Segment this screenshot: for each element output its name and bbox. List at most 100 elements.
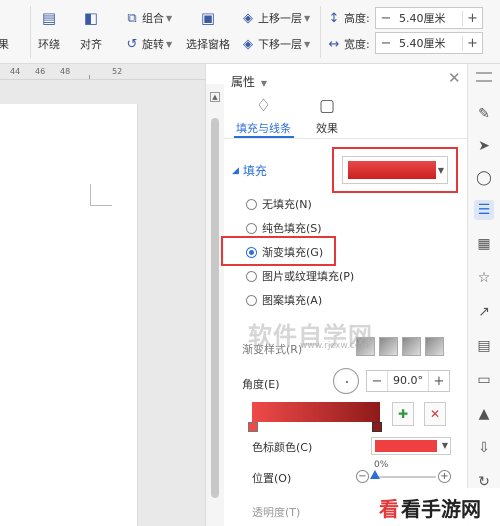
properties-settings-icon[interactable]: ☰: [474, 200, 494, 220]
add-gradient-stop-button[interactable]: ✚: [392, 402, 414, 426]
panel-title[interactable]: 属性 ▼: [231, 73, 267, 90]
ruler-mark: 44: [10, 67, 21, 76]
rotate-button[interactable]: ↺ 旋转 ▼: [124, 36, 173, 52]
fill-section-header[interactable]: ◢ 填充: [232, 162, 267, 179]
chevron-down-icon: ▼: [304, 39, 311, 49]
selection-pane-button[interactable]: ▣ 选择窗格: [186, 8, 230, 52]
angle-decrement-button[interactable]: −: [367, 374, 387, 389]
archive-icon[interactable]: ▭: [474, 370, 494, 390]
tab-fill-and-line[interactable]: ♢ 填充与线条: [236, 96, 291, 136]
position-slider-track[interactable]: [374, 476, 436, 478]
width-icon: ↔: [328, 36, 340, 52]
height-input[interactable]: − 5.40厘米 +: [375, 7, 483, 29]
chevron-down-icon: ▼: [166, 13, 173, 23]
angle-dial[interactable]: [333, 368, 359, 394]
wrap-text-label: 环绕: [38, 38, 60, 51]
chevron-down-icon: ▼: [304, 13, 311, 23]
width-label-group: ↔ 宽度:: [326, 36, 370, 52]
gradient-stop-start[interactable]: [248, 422, 258, 432]
ruler-mark: 48: [60, 67, 71, 76]
radio-picture-fill[interactable]: 图片或纹理填充(P): [246, 268, 354, 284]
height-label: 高度:: [344, 12, 370, 25]
width-increment-button[interactable]: +: [462, 35, 482, 51]
tab-effects[interactable]: ▢ 效果: [316, 96, 338, 136]
document-page[interactable]: [0, 104, 138, 526]
angle-input[interactable]: − 90.0° +: [366, 370, 450, 392]
radio-no-fill[interactable]: 无填充(N): [246, 196, 312, 212]
close-icon[interactable]: ✕: [448, 69, 461, 87]
stop-color-label: 色标颜色(C): [252, 441, 313, 454]
radio-button[interactable]: [246, 270, 257, 282]
gradient-style-rect[interactable]: [402, 337, 421, 356]
gradient-style-radial[interactable]: [379, 337, 398, 356]
send-backward-button[interactable]: ◈ 下移一层 ▼: [240, 36, 310, 52]
angle-label: 角度(E): [242, 378, 280, 391]
tab-divider: [224, 138, 468, 139]
star-icon[interactable]: ☆: [474, 268, 494, 288]
gradient-style-path[interactable]: [425, 337, 444, 356]
radio-solid-fill[interactable]: 纯色填充(S): [246, 220, 322, 236]
properties-panel: ▲ 属性 ▼ ✕ ♢ 填充与线条 ▢ 效果 ◢ 填充 ▼ 无填充(N) 纯色填充…: [205, 64, 468, 526]
width-input[interactable]: − 5.40厘米 +: [375, 32, 483, 54]
gradient-stop-end[interactable]: [372, 422, 382, 432]
height-decrement-button[interactable]: −: [376, 11, 396, 26]
opacity-label: 透明度(T): [252, 506, 301, 519]
radio-button[interactable]: [246, 222, 257, 234]
shapes-icon[interactable]: ◯: [474, 168, 494, 188]
edit-pen-icon[interactable]: ✎: [474, 104, 494, 124]
height-increment-button[interactable]: +: [462, 10, 482, 26]
group-button[interactable]: ⧉ 组合 ▼: [124, 10, 172, 26]
align-button[interactable]: ◧ 对齐: [80, 8, 102, 52]
position-slider-thumb[interactable]: [370, 470, 380, 479]
image-icon[interactable]: ▲: [474, 404, 494, 424]
width-value[interactable]: 5.40厘米: [396, 35, 462, 51]
radio-label: 纯色填充(S): [262, 222, 322, 235]
radio-pattern-fill[interactable]: 图案填充(A): [246, 292, 322, 308]
cut-label: 果: [0, 38, 9, 51]
add-stop-icon: ✚: [397, 407, 409, 421]
rotate-icon: ↺: [126, 36, 138, 52]
width-decrement-button[interactable]: −: [376, 36, 396, 51]
angle-value[interactable]: 90.0°: [387, 371, 429, 391]
site-logo-badge: 看 看手游网: [360, 488, 500, 526]
collapse-triangle-icon: ◢: [232, 165, 239, 176]
highlight-box-color: [332, 147, 458, 193]
radio-button[interactable]: [246, 294, 257, 306]
select-cursor-icon[interactable]: ➤: [474, 136, 494, 156]
right-tool-sidebar: ✎ ➤ ◯ ☰ ▦ ☆ ↗ ▤ ▭ ▲ ⇩ ↻: [467, 64, 500, 526]
height-icon: ↕: [328, 10, 340, 26]
align-label: 对齐: [80, 38, 102, 51]
radio-button[interactable]: [246, 198, 257, 210]
cut-button-partial[interactable]: 果: [0, 24, 9, 52]
remove-stop-icon: ✕: [429, 407, 441, 421]
position-label: 位置(O): [252, 472, 292, 485]
position-increment-button[interactable]: +: [438, 470, 451, 483]
scroll-up-icon[interactable]: ▲: [210, 92, 220, 102]
watermark-url: www.rjzxw.com: [300, 341, 369, 351]
stop-color-dropdown[interactable]: ▼: [371, 437, 451, 455]
bring-forward-button[interactable]: ◈ 上移一层 ▼: [240, 10, 310, 26]
angle-increment-button[interactable]: +: [429, 374, 449, 389]
remove-gradient-stop-button[interactable]: ✕: [424, 402, 446, 426]
clipboard-icon[interactable]: ▤: [474, 336, 494, 356]
panel-scrollbar[interactable]: ▲: [206, 84, 224, 526]
radio-label: 无填充(N): [262, 198, 312, 211]
height-value[interactable]: 5.40厘米: [396, 10, 462, 26]
paint-bucket-icon: ♢: [255, 96, 272, 116]
highlight-box-gradient: [221, 236, 336, 266]
wrap-text-button[interactable]: ▤ 环绕: [38, 8, 60, 52]
gallery-icon[interactable]: ▦: [474, 234, 494, 254]
logo-text: 看手游网: [401, 496, 481, 521]
ruler-indent-marker[interactable]: [89, 75, 90, 79]
ruler-mark: 46: [35, 67, 46, 76]
scroll-thumb[interactable]: [211, 118, 219, 498]
download-icon[interactable]: ⇩: [474, 438, 494, 458]
width-label: 宽度:: [344, 38, 370, 51]
selection-pane-label: 选择窗格: [186, 38, 230, 51]
sidebar-menu-icon[interactable]: [476, 72, 492, 82]
share-icon[interactable]: ↗: [474, 302, 494, 322]
gradient-preview-bar[interactable]: [252, 402, 380, 422]
position-decrement-button[interactable]: −: [356, 470, 369, 483]
logo-red-char: 看: [379, 496, 399, 521]
panel-title-text: 属性: [231, 75, 256, 89]
